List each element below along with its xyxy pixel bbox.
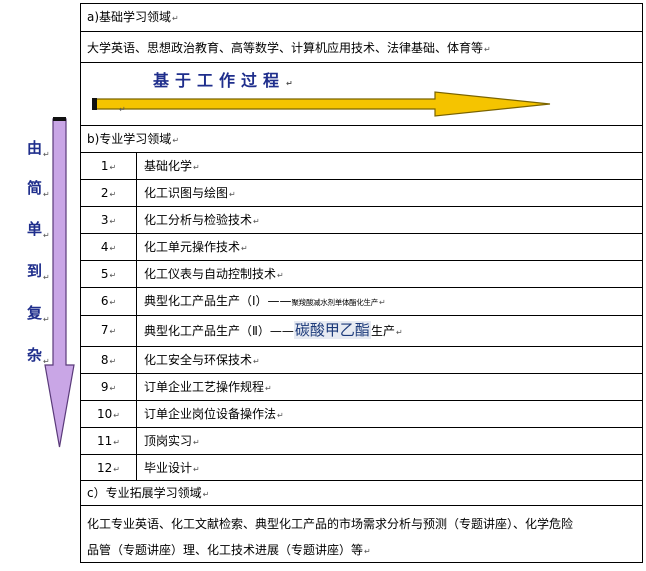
course-list: 1↵ 基础化学↵ 2↵ 化工识图与绘图↵ 3↵ 化工分析与检验技术↵ 4↵ 化工… bbox=[81, 153, 642, 481]
course-number: 6↵ bbox=[100, 294, 117, 308]
course-name: 化工仪表与自动控制技术↵ bbox=[144, 267, 284, 281]
section-c-courses: 化工专业英语、化工文献检索、典型化工产品的市场需求分析与预测（专题讲座）、化学危… bbox=[87, 511, 638, 565]
progression-char: 复 bbox=[27, 304, 43, 322]
progression-arrow bbox=[44, 117, 75, 448]
progression-char: 单 bbox=[27, 220, 43, 238]
course-row: 1↵ 基础化学↵ bbox=[81, 153, 642, 180]
section-b-heading: b)专业学习领域↵ bbox=[87, 132, 180, 146]
course-name: 典型化工产品生产（Ⅱ）——碳酸甲乙酯生产↵ bbox=[144, 321, 403, 339]
process-mark: ↵ bbox=[119, 105, 126, 114]
course-row: 12↵ 毕业设计↵ bbox=[81, 455, 642, 481]
section-c-line: 品管（专题讲座）理、化工技术进展（专题讲座）等↵ bbox=[87, 543, 371, 557]
course-number: 12↵ bbox=[97, 461, 120, 475]
course-number: 9↵ bbox=[100, 380, 117, 394]
process-arrow bbox=[92, 91, 551, 117]
course-row: 7↵ 典型化工产品生产（Ⅱ）——碳酸甲乙酯生产↵ bbox=[81, 316, 642, 347]
progression-char: 杂 bbox=[27, 346, 43, 364]
course-number: 10↵ bbox=[97, 407, 120, 421]
course-number: 1↵ bbox=[100, 159, 117, 173]
course-name: 毕业设计↵ bbox=[144, 461, 200, 475]
course-name: 典型化工产品生产（Ⅰ）——聚羧酸减水剂单体酯化生产↵ bbox=[144, 294, 386, 308]
course-number: 7↵ bbox=[100, 323, 117, 337]
course-number: 2↵ bbox=[100, 186, 117, 200]
course-row: 6↵ 典型化工产品生产（Ⅰ）——聚羧酸减水剂单体酯化生产↵ bbox=[81, 288, 642, 316]
course-row: 5↵ 化工仪表与自动控制技术↵ bbox=[81, 261, 642, 288]
progression-char: 由 bbox=[27, 139, 43, 157]
course-name: 化工单元操作技术↵ bbox=[144, 240, 248, 254]
course-row: 8↵ 化工安全与环保技术↵ bbox=[81, 347, 642, 374]
course-row: 3↵ 化工分析与检验技术↵ bbox=[81, 207, 642, 234]
course-name: 化工识图与绘图↵ bbox=[144, 186, 236, 200]
course-name: 订单企业岗位设备操作法↵ bbox=[144, 407, 284, 421]
progression-char: 到 bbox=[27, 262, 43, 280]
course-name: 化工安全与环保技术↵ bbox=[144, 353, 260, 367]
course-name: 订单企业工艺操作规程↵ bbox=[144, 380, 272, 394]
course-row: 9↵ 订单企业工艺操作规程↵ bbox=[81, 374, 642, 401]
course-row: 10↵ 订单企业岗位设备操作法↵ bbox=[81, 401, 642, 428]
section-a-courses-row: 大学英语、思想政治教育、高等数学、计算机应用技术、法律基础、体育等↵ bbox=[81, 32, 642, 63]
section-a-heading: a)基础学习领域↵ bbox=[87, 10, 179, 24]
process-title: 基于工作过程↵ bbox=[153, 71, 299, 90]
course-note: 聚羧酸减水剂单体酯化生产 bbox=[291, 298, 379, 307]
progression-arrow-shape bbox=[44, 118, 75, 448]
process-arrow-shape bbox=[92, 91, 551, 117]
course-number: 5↵ bbox=[100, 267, 117, 281]
course-number: 3↵ bbox=[100, 213, 117, 227]
section-c-line: 化工专业英语、化工文献检索、典型化工产品的市场需求分析与预测（专题讲座）、化学危… bbox=[87, 517, 574, 531]
course-name: 顶岗实习↵ bbox=[144, 434, 200, 448]
section-b-heading-row: b)专业学习领域↵ bbox=[81, 126, 642, 153]
course-name: 化工分析与检验技术↵ bbox=[144, 213, 260, 227]
course-number: 8↵ bbox=[100, 353, 117, 367]
course-number: 11↵ bbox=[97, 434, 120, 448]
course-name: 基础化学↵ bbox=[144, 159, 200, 173]
progression-char: 简 bbox=[27, 179, 43, 197]
section-c-heading: c）专业拓展学习领域↵ bbox=[87, 486, 210, 500]
section-a-courses: 大学英语、思想政治教育、高等数学、计算机应用技术、法律基础、体育等↵ bbox=[87, 41, 491, 55]
course-number: 4↵ bbox=[100, 240, 117, 254]
course-highlight: 碳酸甲乙酯 bbox=[293, 321, 371, 339]
section-a-heading-row: a)基础学习领域↵ bbox=[81, 4, 642, 32]
course-row: 2↵ 化工识图与绘图↵ bbox=[81, 180, 642, 207]
course-row: 4↵ 化工单元操作技术↵ bbox=[81, 234, 642, 261]
section-c-heading-row: c）专业拓展学习领域↵ bbox=[81, 481, 642, 506]
course-row: 11↵ 顶岗实习↵ bbox=[81, 428, 642, 455]
